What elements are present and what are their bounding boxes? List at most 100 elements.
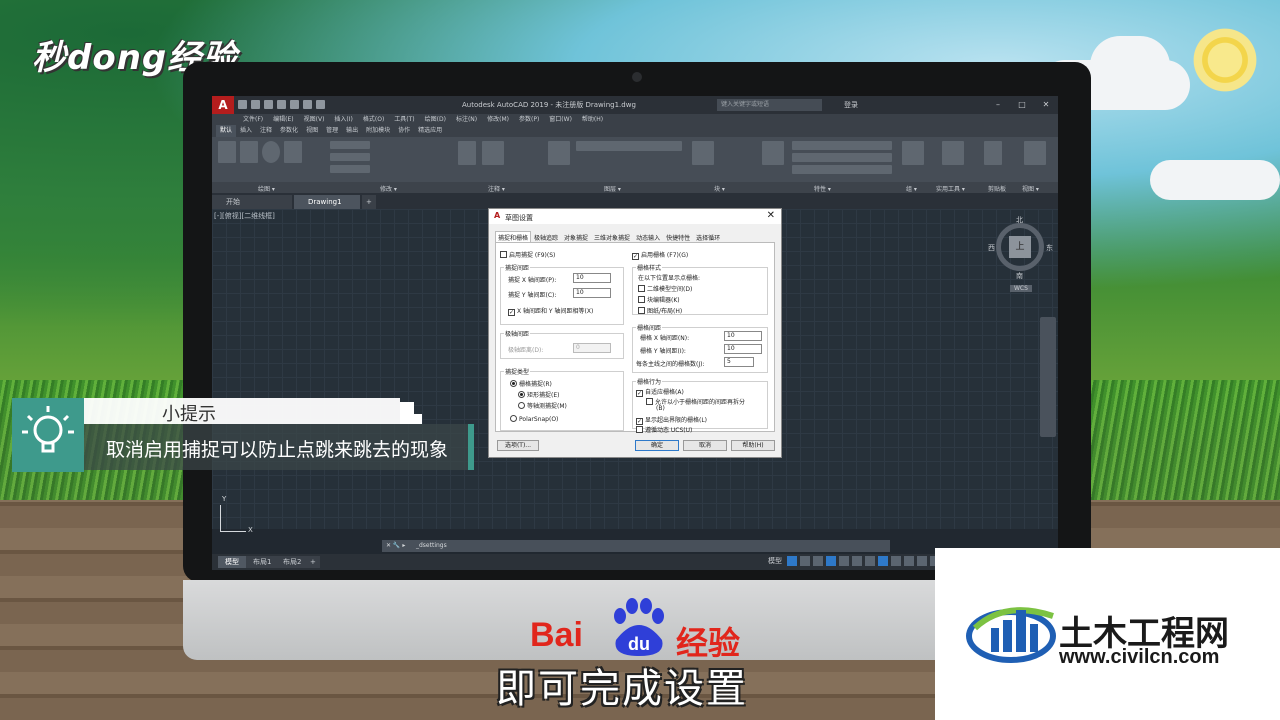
circle-tool-icon[interactable] (262, 141, 280, 163)
panel-groups-label[interactable]: 组 ▾ (906, 184, 917, 193)
snap-on-checkbox[interactable]: 启用捕捉 (F9)(S) (500, 250, 555, 259)
transparency-toggle-icon[interactable] (891, 556, 901, 566)
tab-manage[interactable]: 管理 (322, 125, 342, 137)
checkbox-box[interactable] (500, 251, 507, 258)
menu-edit[interactable]: 编辑(E) (268, 114, 298, 125)
panel-view-label[interactable]: 视图 ▾ (1022, 184, 1039, 193)
lineweight-toggle-icon[interactable] (878, 556, 888, 566)
isodraft-toggle-icon[interactable] (839, 556, 849, 566)
options-button[interactable]: 选项(T)... (497, 440, 539, 451)
workspace-icon[interactable] (917, 556, 927, 566)
close-command-icon[interactable]: ✕ 🔧 ▸ (386, 540, 405, 552)
snap-y-spacing-input[interactable]: 10 (573, 288, 611, 298)
menu-draw[interactable]: 绘图(D) (420, 114, 451, 125)
paste-icon[interactable] (984, 141, 1002, 165)
layout-tab-model[interactable]: 模型 (218, 556, 246, 568)
autocad-logo-icon[interactable]: A (212, 96, 234, 114)
compass-north[interactable]: 北 (1016, 215, 1023, 225)
maximize-icon[interactable]: □ (1010, 96, 1034, 114)
radio-dot[interactable] (518, 391, 525, 398)
minimize-icon[interactable]: – (986, 96, 1010, 114)
viewcube[interactable]: 上 北 南 西 东 WCS (988, 215, 1053, 295)
arc-tool-icon[interactable] (284, 141, 302, 163)
tab-annotate[interactable]: 注释 (256, 125, 276, 137)
adaptive-grid-checkbox[interactable]: ✓ 自适应栅格(A) (636, 387, 684, 397)
tab-addins[interactable]: 附加模块 (362, 125, 394, 137)
checkbox-box[interactable] (638, 285, 645, 292)
polar-distance-input[interactable]: 0 (573, 343, 611, 353)
panel-block-label[interactable]: 块 ▾ (714, 184, 725, 193)
search-input[interactable]: 键入关键字或短语 (717, 99, 822, 111)
checkbox-box[interactable]: ✓ (636, 390, 643, 397)
panel-layers-label[interactable]: 图层 ▾ (604, 184, 621, 193)
tab-drawing1[interactable]: Drawing1 (294, 195, 360, 209)
new-file-icon[interactable] (238, 100, 247, 109)
layout-tab-layout2[interactable]: 布局2 (276, 556, 309, 568)
tab-insert[interactable]: 插入 (236, 125, 256, 137)
panel-modify-label[interactable]: 修改 ▾ (380, 184, 397, 193)
insert-block-icon[interactable] (692, 141, 714, 165)
view-tool-icon[interactable] (1024, 141, 1046, 165)
undo-icon[interactable] (303, 100, 312, 109)
major-line-stepper[interactable]: 5 (724, 357, 754, 367)
grid-toggle-icon[interactable] (787, 556, 797, 566)
print-icon[interactable] (290, 100, 299, 109)
tab-featured-apps[interactable]: 精选应用 (414, 125, 446, 137)
panel-utilities-label[interactable]: 实用工具 ▾ (936, 184, 965, 193)
menu-parametric[interactable]: 参数(P) (514, 114, 544, 125)
text-tool-icon[interactable] (458, 141, 476, 165)
radio-dot[interactable] (510, 415, 517, 422)
block-editor-checkbox[interactable]: 块编辑器(K) (638, 295, 680, 304)
panel-annotate-label[interactable]: 注释 ▾ (488, 184, 505, 193)
tab-default[interactable]: 默认 (216, 125, 237, 137)
layer-dropdown[interactable] (576, 141, 682, 151)
checkbox-box[interactable] (638, 296, 645, 303)
dimension-tool-icon[interactable] (482, 141, 504, 165)
navigation-bar[interactable] (1040, 317, 1056, 437)
close-icon[interactable]: ✕ (1034, 96, 1058, 114)
match-properties-icon[interactable] (762, 141, 784, 165)
menu-insert[interactable]: 插入(I) (329, 114, 357, 125)
login-button[interactable]: 登录 (844, 100, 858, 110)
cancel-button[interactable]: 取消 (683, 440, 727, 451)
checkbox-box[interactable] (636, 426, 643, 433)
object-track-icon[interactable] (852, 556, 862, 566)
checkbox-box[interactable]: ✓ (636, 418, 643, 425)
move-tool-icon[interactable] (330, 141, 370, 149)
panel-clipboard-label[interactable]: 剪贴板 (988, 184, 1006, 193)
menu-view[interactable]: 视图(V) (299, 114, 330, 125)
grid-on-checkbox[interactable]: ✓ 启用栅格 (F7)(G) (632, 250, 688, 260)
menu-format[interactable]: 格式(O) (358, 114, 389, 125)
group-tool-icon[interactable] (902, 141, 924, 165)
viewport-controls[interactable]: [-][俯视][二维线框] (214, 211, 275, 221)
panel-properties-label[interactable]: 特性 ▾ (814, 184, 831, 193)
ok-button[interactable]: 确定 (635, 440, 679, 451)
osnap-toggle-icon[interactable] (865, 556, 875, 566)
beyond-limits-checkbox[interactable]: ✓ 显示超出界限的栅格(L) (636, 415, 707, 425)
lineweight-dropdown[interactable] (792, 165, 892, 174)
menu-help[interactable]: 帮助(H) (577, 114, 608, 125)
save-as-icon[interactable] (277, 100, 286, 109)
command-line[interactable]: ✕ 🔧 ▸ _dsettings (382, 540, 890, 552)
menu-tools[interactable]: 工具(T) (389, 114, 419, 125)
layer-properties-icon[interactable] (548, 141, 570, 165)
linetype-dropdown[interactable] (792, 153, 892, 162)
grid-x-spacing-input[interactable]: 10 (724, 331, 762, 341)
radio-dot[interactable] (510, 380, 517, 387)
polyline-tool-icon[interactable] (240, 141, 258, 163)
polar-toggle-icon[interactable] (826, 556, 836, 566)
model-space-checkbox[interactable]: 二维模型空间(D) (638, 284, 692, 293)
command-input[interactable]: _dsettings (416, 540, 447, 552)
menu-file[interactable]: 文件(F) (238, 114, 268, 125)
new-tab-button[interactable]: + (362, 195, 376, 209)
checkbox-box[interactable]: ✓ (632, 253, 639, 260)
grid-snap-radio[interactable]: 栅格捕捉(R) (510, 379, 552, 388)
model-space-label[interactable]: 模型 (768, 556, 782, 566)
snap-toggle-icon[interactable] (800, 556, 810, 566)
compass-east[interactable]: 东 (1046, 243, 1053, 253)
help-button[interactable]: 帮助(H) (731, 440, 775, 451)
follow-ucs-checkbox[interactable]: 遵循动态 UCS(U) (636, 425, 692, 434)
color-dropdown[interactable] (792, 141, 892, 150)
isometric-snap-radio[interactable]: 等轴测捕捉(M) (518, 401, 567, 410)
checkbox-box[interactable] (646, 398, 653, 405)
